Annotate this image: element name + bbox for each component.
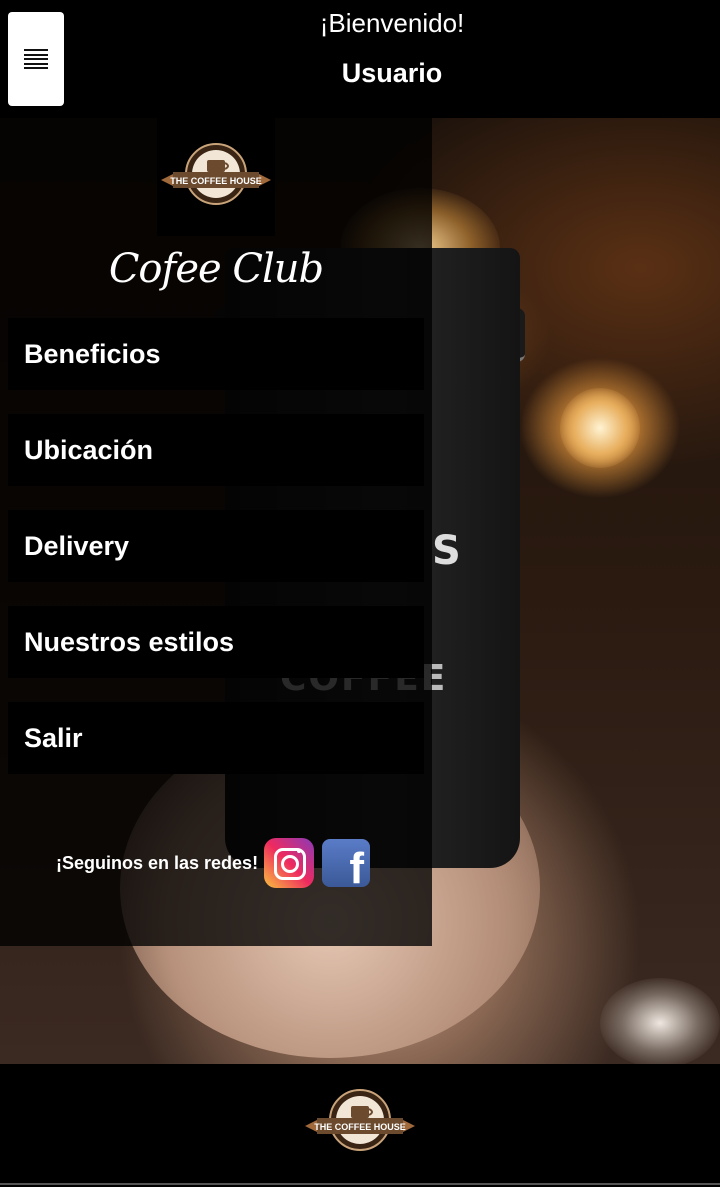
footer: THE COFFEE HOUSE	[0, 1064, 720, 1187]
social-label: ¡Seguinos en las redes!	[56, 852, 259, 873]
menu-item-label: Delivery	[24, 530, 130, 561]
menu-item-delivery[interactable]: Delivery	[8, 510, 424, 582]
facebook-icon[interactable]: f	[322, 839, 371, 887]
hamburger-icon	[24, 49, 48, 69]
username: Usuario	[341, 58, 443, 88]
menu-item-label: Salir	[24, 722, 83, 753]
side-menu: THE COFFEE HOUSE Cofee Club Beneficios U…	[0, 118, 432, 946]
svg-text:THE COFFEE HOUSE: THE COFFEE HOUSE	[314, 1122, 406, 1132]
menu-item-beneficios[interactable]: Beneficios	[8, 318, 424, 390]
footer-divider	[0, 1183, 720, 1185]
welcome-text: ¡Bienvenido!	[319, 8, 465, 38]
menu-item-ubicacion[interactable]: Ubicación	[8, 414, 424, 486]
footer-logo: THE COFFEE HOUSE	[301, 1088, 419, 1163]
menu-item-label: Nuestros estilos	[24, 626, 235, 657]
menu-item-salir[interactable]: Salir	[8, 702, 424, 774]
menu-item-nuestros-estilos[interactable]: Nuestros estilos	[8, 606, 424, 678]
club-title: Cofee Club	[108, 246, 324, 292]
social-links: ¡Seguinos en las redes! f	[56, 838, 371, 888]
menu-toggle-button[interactable]	[8, 12, 64, 106]
svg-text:THE COFFEE HOUSE: THE COFFEE HOUSE	[170, 176, 262, 186]
instagram-icon[interactable]	[264, 838, 315, 888]
top-bar: ¡Bienvenido! Usuario	[0, 0, 720, 118]
menu-item-label: Beneficios	[24, 338, 161, 369]
coffee-house-logo: THE COFFEE HOUSE	[157, 118, 275, 236]
menu-item-label: Ubicación	[24, 434, 154, 465]
